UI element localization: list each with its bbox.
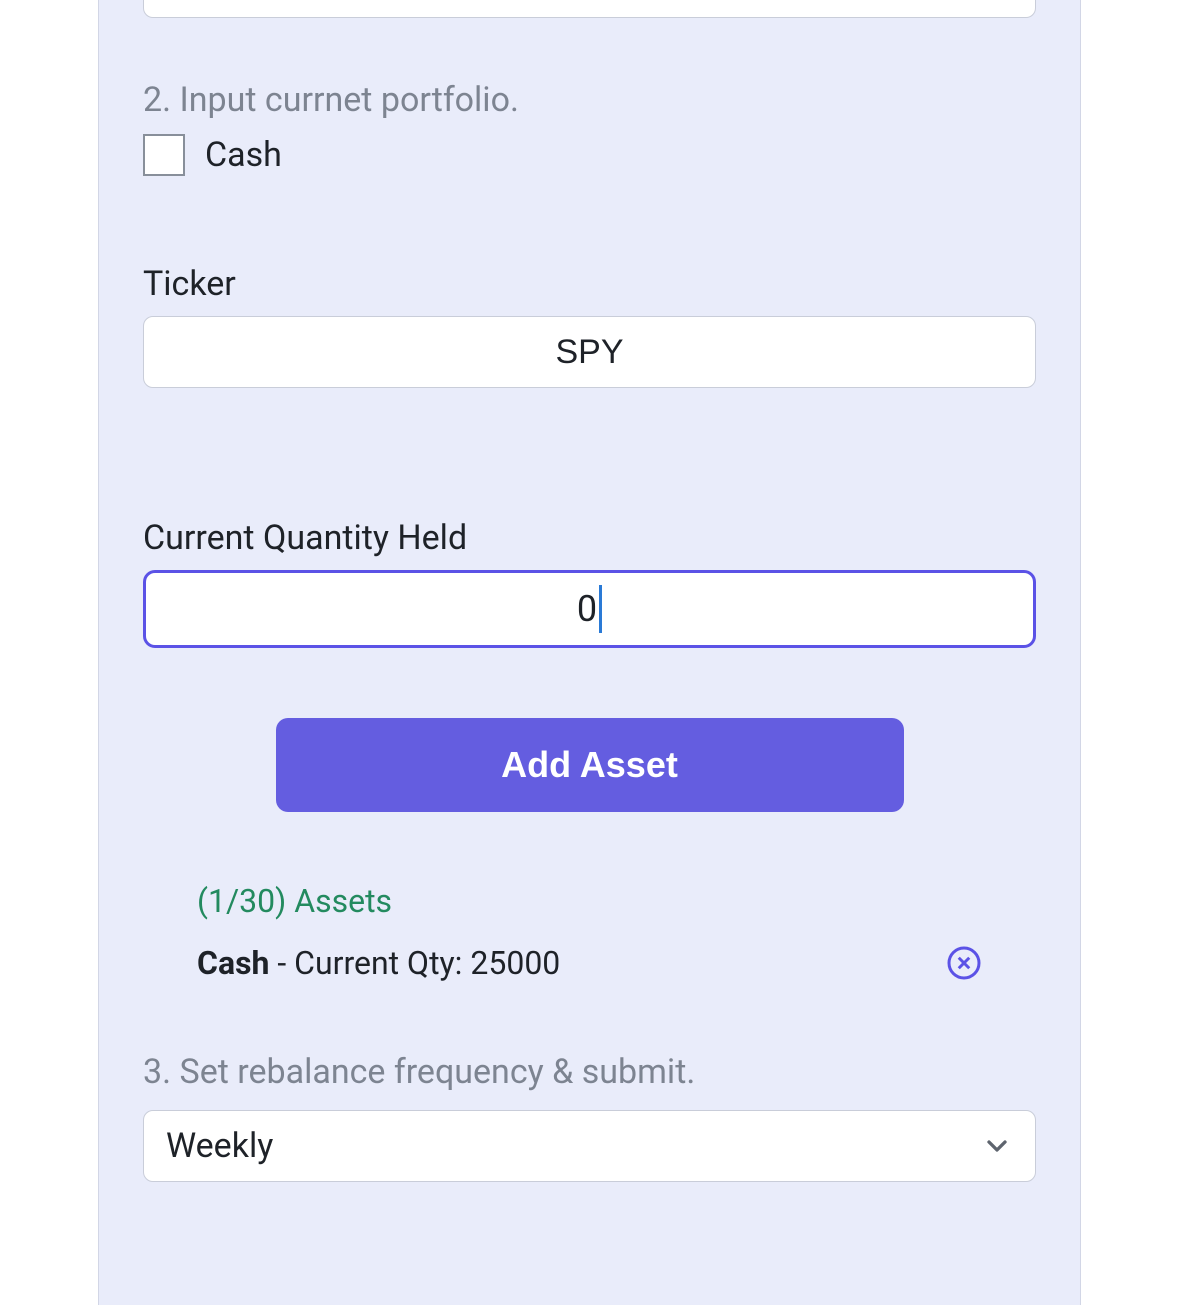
chevron-down-icon [981, 1130, 1013, 1162]
quantity-input[interactable]: 0 [143, 570, 1036, 648]
prior-input-remnant[interactable] [143, 0, 1036, 18]
step2-heading: 2. Input currnet portfolio. [143, 80, 1036, 120]
quantity-value: 0 [577, 588, 597, 630]
form-panel: 2. Input currnet portfolio. Cash Ticker … [98, 0, 1081, 1305]
frequency-selected-value: Weekly [166, 1126, 981, 1166]
asset-row-text: Cash - Current Qty: 25000 [197, 944, 560, 982]
remove-asset-icon[interactable] [946, 945, 982, 981]
frequency-select[interactable]: Weekly [143, 1110, 1036, 1182]
quantity-label: Current Quantity Held [143, 518, 1036, 558]
add-asset-button[interactable]: Add Asset [276, 718, 904, 812]
asset-name: Cash [197, 944, 269, 982]
assets-count-label: (1/30) Assets [197, 882, 982, 920]
cash-checkbox-row: Cash [143, 134, 1036, 176]
quantity-field-group: Current Quantity Held 0 [143, 518, 1036, 648]
ticker-label: Ticker [143, 264, 1036, 304]
step3-heading: 3. Set rebalance frequency & submit. [143, 1052, 1036, 1092]
cash-checkbox-label: Cash [205, 135, 282, 175]
text-cursor [599, 585, 602, 633]
assets-list: (1/30) Assets Cash - Current Qty: 25000 [143, 882, 1036, 982]
asset-qty-label: - Current Qty: [269, 944, 470, 982]
cash-checkbox[interactable] [143, 134, 185, 176]
ticker-field-group: Ticker [143, 264, 1036, 388]
ticker-input[interactable] [143, 316, 1036, 388]
asset-row: Cash - Current Qty: 25000 [197, 944, 982, 982]
asset-qty-value: 25000 [470, 944, 560, 982]
